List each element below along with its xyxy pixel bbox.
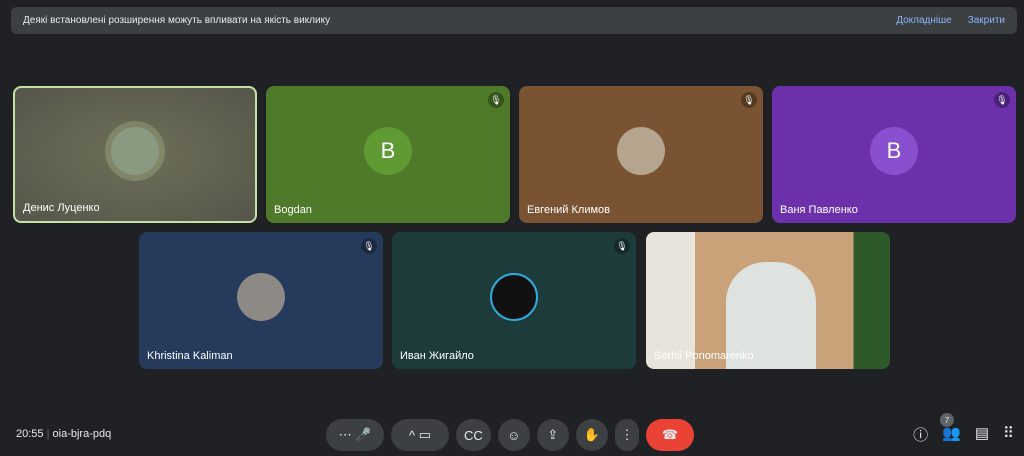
- mic-off-icon: 🎙: [361, 238, 377, 254]
- learn-more-link[interactable]: Докладніше: [896, 15, 952, 26]
- mic-off-icon: 🎙: [994, 92, 1010, 108]
- participant-video-tile[interactable]: Serhii Ponomarenko: [646, 232, 890, 369]
- clock: 20:55: [16, 428, 44, 440]
- participant-name: Bogdan: [274, 204, 312, 216]
- participant-tile[interactable]: 🎙 Евгений Климов: [519, 86, 763, 223]
- avatar: [617, 126, 665, 175]
- avatar: B: [364, 126, 412, 175]
- participant-tile[interactable]: 🎙 B Bogdan: [266, 86, 510, 223]
- participant-name: Евгений Климов: [527, 204, 610, 216]
- raise-hand-button[interactable]: ✋: [575, 419, 608, 451]
- captions-button[interactable]: CC: [456, 419, 491, 451]
- participant-tile[interactable]: 🎙 Khristina Kaliman: [139, 232, 383, 369]
- chat-icon[interactable]: ▤: [975, 424, 989, 445]
- participant-tile[interactable]: 🎙 Иван Жигайло: [392, 232, 636, 369]
- chevron-up-icon: ^: [408, 427, 416, 443]
- more-audio-icon: ⋯: [338, 427, 352, 442]
- avatar: B: [870, 126, 918, 175]
- participant-name: Khristina Kaliman: [147, 350, 233, 362]
- mic-off-icon: 🎙: [741, 92, 757, 108]
- meeting-info: 20:55 | oia-bjra-pdq: [16, 428, 112, 440]
- people-icon[interactable]: 👥: [942, 424, 961, 445]
- participant-tile[interactable]: 🎙 B Ваня Павленко: [772, 86, 1016, 223]
- meeting-code: oia-bjra-pdq: [52, 428, 112, 440]
- emoji-icon: ☺: [507, 427, 521, 443]
- present-icon: ⇪: [547, 427, 559, 442]
- people-count-badge: 7: [940, 413, 954, 427]
- bottom-toolbar: 20:55 | oia-bjra-pdq ⋯ 🎤 ^ ▭ CC ☺ ⇪ ✋ ⋮ …: [0, 412, 1024, 456]
- avatar: [237, 272, 285, 321]
- participant-name: Денис Луценко: [23, 202, 100, 214]
- activities-icon[interactable]: ⠿: [1003, 424, 1014, 445]
- participant-name: Ваня Павленко: [780, 204, 858, 216]
- hand-icon: ✋: [583, 427, 600, 442]
- more-options-button[interactable]: ⋮: [614, 419, 639, 451]
- mic-button[interactable]: ⋯ 🎤: [326, 419, 384, 451]
- participant-tile[interactable]: Денис Луценко: [13, 86, 257, 223]
- camera-button[interactable]: ^ ▭: [391, 419, 449, 451]
- participant-name: Serhii Ponomarenko: [654, 350, 754, 362]
- mic-off-icon: 🎙: [614, 238, 630, 254]
- reactions-button[interactable]: ☺: [497, 419, 530, 451]
- more-vert-icon: ⋮: [620, 427, 634, 442]
- present-button[interactable]: ⇪: [536, 419, 569, 451]
- extensions-warning-banner: Деякі встановлені розширення можуть впли…: [11, 7, 1017, 34]
- camera-icon: ▭: [418, 427, 432, 442]
- banner-message: Деякі встановлені розширення можуть впли…: [23, 15, 331, 26]
- avatar: [490, 272, 538, 321]
- captions-icon: CC: [464, 427, 483, 443]
- close-banner-button[interactable]: Закрити: [968, 15, 1005, 26]
- hang-up-icon: ☎: [661, 427, 679, 442]
- participant-name: Иван Жигайло: [400, 350, 474, 362]
- leave-call-button[interactable]: ☎: [645, 419, 694, 451]
- mic-off-icon: 🎙: [488, 92, 504, 108]
- info-icon[interactable]: ⓘ: [913, 424, 928, 445]
- avatar: [111, 126, 159, 175]
- mic-icon: 🎤: [355, 427, 372, 442]
